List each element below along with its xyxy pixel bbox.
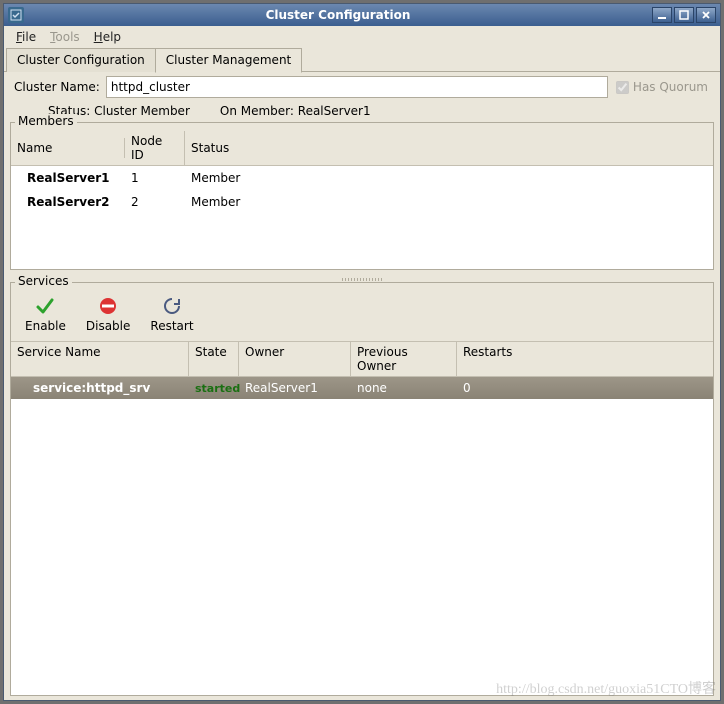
- services-header: Service Name State Owner Previous Owner …: [11, 341, 713, 377]
- titlebar[interactable]: Cluster Configuration: [4, 4, 720, 26]
- refresh-icon: [161, 295, 183, 317]
- cluster-name-label: Cluster Name:: [12, 80, 100, 94]
- services-title: Services: [15, 274, 72, 288]
- col-state[interactable]: State: [189, 342, 239, 376]
- members-header: Name Node ID Status: [11, 131, 713, 166]
- tab-cluster-configuration[interactable]: Cluster Configuration: [6, 48, 156, 72]
- col-node-id[interactable]: Node ID: [125, 131, 185, 165]
- table-row[interactable]: RealServer1 1 Member: [11, 166, 713, 190]
- menubar: File Tools Help: [4, 26, 720, 48]
- window-title: Cluster Configuration: [24, 8, 652, 22]
- tabs: Cluster Configuration Cluster Management: [4, 48, 720, 72]
- enable-button[interactable]: Enable: [19, 293, 72, 335]
- col-status[interactable]: Status: [185, 138, 713, 158]
- col-name[interactable]: Name: [11, 138, 125, 158]
- menu-tools[interactable]: Tools: [44, 28, 86, 46]
- members-title: Members: [15, 114, 77, 128]
- menu-file[interactable]: File: [10, 28, 42, 46]
- has-quorum-input: [616, 81, 629, 94]
- close-button[interactable]: [696, 7, 716, 23]
- services-body: service:httpd_srv started RealServer1 no…: [11, 377, 713, 695]
- maximize-button[interactable]: [674, 7, 694, 23]
- col-restarts[interactable]: Restarts: [457, 342, 713, 376]
- disable-button[interactable]: Disable: [80, 293, 137, 335]
- app-icon: [8, 7, 24, 23]
- has-quorum-checkbox: Has Quorum: [614, 80, 712, 94]
- restart-button[interactable]: Restart: [144, 293, 199, 335]
- members-group: Members Name Node ID Status RealServer1 …: [10, 122, 714, 270]
- tab-cluster-management[interactable]: Cluster Management: [155, 48, 302, 73]
- table-row[interactable]: RealServer2 2 Member: [11, 190, 713, 214]
- members-body: RealServer1 1 Member RealServer2 2 Membe…: [11, 166, 713, 269]
- cluster-name-input[interactable]: [106, 76, 608, 98]
- services-group: Services Enable Disable Restart Service …: [10, 282, 714, 696]
- col-service-name[interactable]: Service Name: [11, 342, 189, 376]
- no-entry-icon: [97, 295, 119, 317]
- col-owner[interactable]: Owner: [239, 342, 351, 376]
- col-prev-owner[interactable]: Previous Owner: [351, 342, 457, 376]
- menu-help[interactable]: Help: [88, 28, 127, 46]
- services-toolbar: Enable Disable Restart: [11, 293, 713, 341]
- minimize-button[interactable]: [652, 7, 672, 23]
- check-icon: [34, 295, 56, 317]
- status-line: Status: Cluster Member On Member: RealSe…: [8, 102, 716, 122]
- table-row[interactable]: service:httpd_srv started RealServer1 no…: [11, 377, 713, 399]
